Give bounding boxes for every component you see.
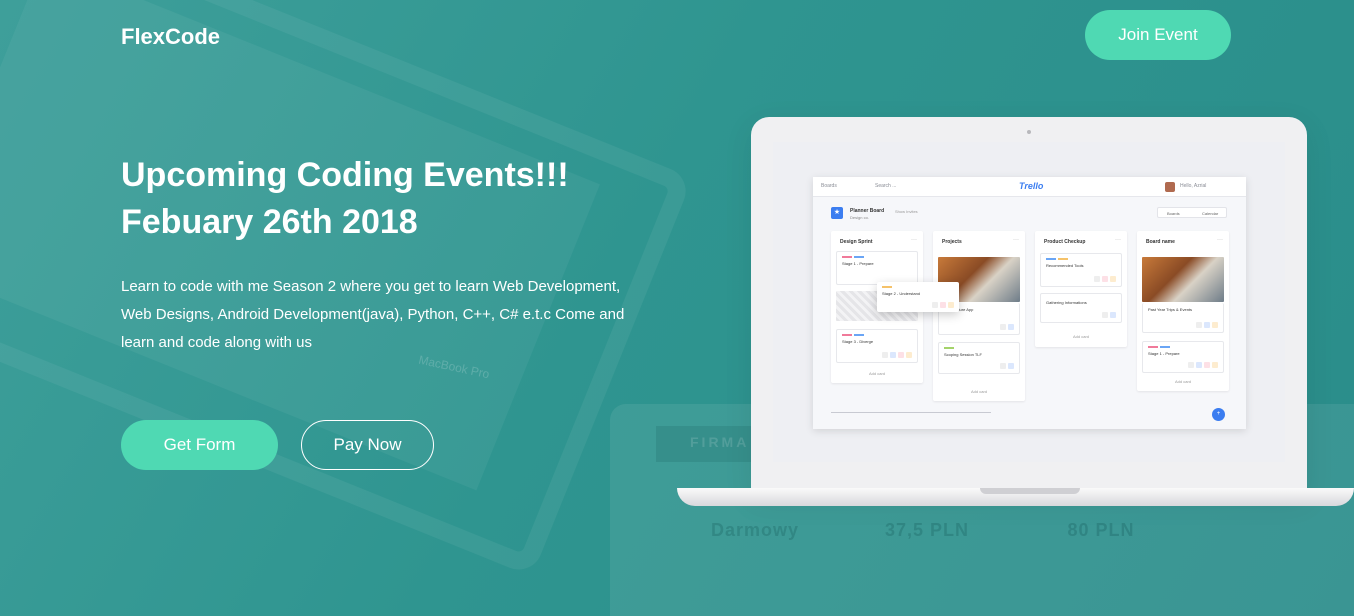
hero-title: Upcoming Coding Events!!! Febuary 26th 2… <box>121 152 569 246</box>
board-invite: Show Invites <box>895 209 918 214</box>
hero-title-line1: Upcoming Coding Events!!! <box>121 156 569 194</box>
list-item: Stage 1 - Prepare <box>1142 341 1224 373</box>
laptop-camera <box>1027 130 1031 134</box>
more-icon: ··· <box>1013 237 1019 243</box>
board-subtitle: Design co. <box>850 215 869 220</box>
dragged-card: Stage 2 - Understand <box>877 282 959 312</box>
get-form-button[interactable]: Get Form <box>121 420 278 470</box>
view-tabs: Boards Calendar <box>1157 207 1227 218</box>
laptop-mockup: Boards Search ... Trello Hello, Azrial ★… <box>751 117 1307 493</box>
bg-price-free: Darmowy <box>710 520 800 540</box>
card-title: Stage 1 - Prepare <box>842 261 874 266</box>
hero-description: Learn to code with me Season 2 where you… <box>121 278 625 351</box>
add-card-link: Add card <box>868 371 885 376</box>
list-item: Past Year Trips & Events <box>1142 303 1224 333</box>
card-title: Stage 2 - Understand <box>882 291 921 296</box>
column-title: Product Checkup <box>1044 239 1086 245</box>
brand-logo[interactable]: FlexCode <box>121 24 220 50</box>
laptop-notch <box>980 488 1080 494</box>
board-column: Product Checkup ··· Recommended Tools Ga… <box>1035 231 1127 347</box>
list-item: Scoping Session TLF <box>938 342 1020 374</box>
add-card-link: Add card <box>1072 334 1089 339</box>
column-title: Design Sprint <box>840 239 873 245</box>
app-scrollbar <box>831 412 991 413</box>
bg-price-premium: 80 PLN <box>1067 520 1135 540</box>
card-title: Stage 1 - Prepare <box>1148 351 1180 356</box>
column-title: Projects <box>942 239 962 245</box>
card-title: Gathering Informations <box>1046 300 1087 305</box>
list-item: Stage 3 - Diverge <box>836 329 918 363</box>
more-icon: ··· <box>911 237 917 243</box>
card-image <box>1142 257 1224 302</box>
app-topbar: Boards Search ... Trello Hello, Azrial <box>813 177 1246 197</box>
tab-boards: Boards <box>1167 211 1180 216</box>
board-column: Board name ··· Past Year Trips & Events … <box>1137 231 1229 391</box>
card-title: Scoping Session TLF <box>944 352 982 357</box>
more-icon: ··· <box>1217 237 1223 243</box>
list-item: Gathering Informations <box>1040 293 1122 323</box>
avatar <box>1165 182 1175 192</box>
app-boards-link: Boards <box>821 183 837 189</box>
list-item: Stage 1 - Prepare <box>836 251 918 285</box>
board-column: Projects ··· Architecture App Scoping Se… <box>933 231 1025 401</box>
more-icon: ··· <box>1115 237 1121 243</box>
app-logo: Trello <box>1019 181 1044 191</box>
app-search: Search ... <box>875 183 897 189</box>
pay-now-button[interactable]: Pay Now <box>301 420 434 470</box>
laptop-screen: Boards Search ... Trello Hello, Azrial ★… <box>773 142 1285 462</box>
join-event-button[interactable]: Join Event <box>1085 10 1231 60</box>
add-card-link: Add card <box>1174 379 1191 384</box>
card-title: Past Year Trips & Events <box>1148 307 1193 312</box>
list-item: Recommended Tools <box>1040 253 1122 287</box>
tab-calendar: Calendar <box>1202 211 1219 216</box>
card-title: Recommended Tools <box>1046 263 1084 268</box>
card-title: Stage 3 - Diverge <box>842 339 874 344</box>
star-icon: ★ <box>831 207 843 219</box>
hero-title-line2: Febuary 26th 2018 <box>121 203 418 241</box>
column-title: Board name <box>1146 239 1175 245</box>
board-title: Planner Board <box>850 208 885 214</box>
add-card-link: Add card <box>970 389 987 394</box>
add-icon: + <box>1212 408 1225 421</box>
bg-tablet-brand: FIRMA <box>690 434 750 450</box>
app-user-greeting: Hello, Azrial <box>1180 183 1207 189</box>
bg-price-standard: 37,5 PLN <box>884 520 970 540</box>
kanban-app-screenshot: Boards Search ... Trello Hello, Azrial ★… <box>813 177 1246 429</box>
